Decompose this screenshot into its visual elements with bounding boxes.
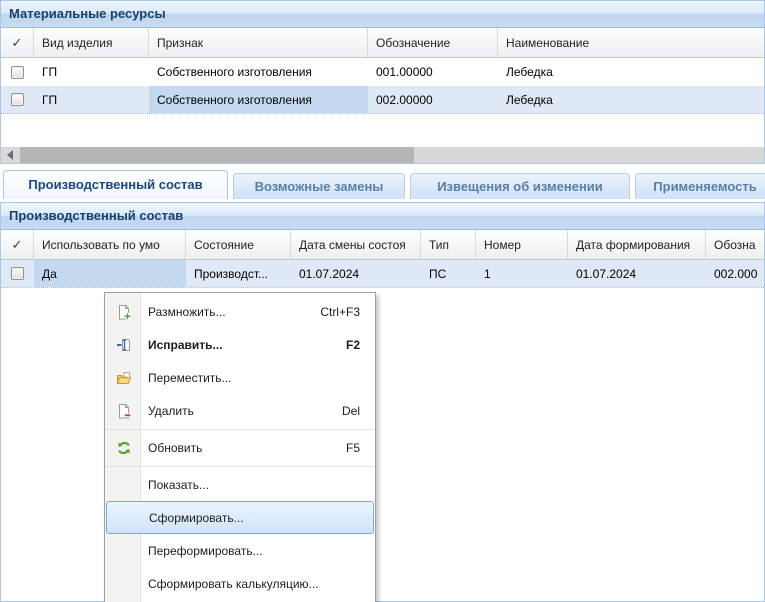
column-header[interactable]: Обозна (706, 230, 764, 259)
table-cell[interactable]: 001.00000 (368, 58, 498, 86)
composition-panel-title: Производственный состав (1, 203, 764, 230)
tab-change-notices[interactable]: Извещения об изменении (410, 173, 630, 199)
materials-grid-header: ✓ Вид изделияПризнакОбозначениеНаименован… (1, 28, 764, 58)
delete-page-icon (106, 403, 141, 419)
scroll-thumb[interactable] (20, 147, 414, 163)
menu-item-shortcut: F2 (346, 338, 374, 352)
menu-item-label: Сформировать калькуляцию... (141, 577, 360, 591)
table-cell[interactable]: Собственного изготовления (149, 86, 368, 113)
context-menu: Размножить...Ctrl+F3Исправить...F2Переме… (104, 292, 376, 602)
menu-item-shortcut: Ctrl+F3 (320, 305, 374, 319)
check-column-header[interactable]: ✓ (1, 28, 34, 57)
menu-item-label: Переместить... (141, 371, 360, 385)
menu-item[interactable]: Исправить...F2 (106, 328, 374, 361)
menu-item[interactable]: Сформировать... (106, 501, 374, 534)
column-header[interactable]: Вид изделия (34, 28, 149, 57)
column-header[interactable]: Использовать по умо (34, 230, 186, 259)
menu-item-label: Сформировать... (142, 511, 359, 525)
materials-h-scrollbar[interactable] (1, 147, 764, 163)
table-cell[interactable]: ГП (34, 86, 149, 113)
scroll-left-button[interactable] (1, 147, 19, 163)
table-cell[interactable]: Лебедка (498, 58, 764, 86)
menu-item-shortcut: Del (342, 404, 374, 418)
menu-item[interactable]: Переместить... (106, 361, 374, 394)
row-checkbox-cell (1, 86, 34, 113)
table-cell[interactable]: 01.07.2024 (568, 260, 706, 287)
materials-grid: ✓ Вид изделияПризнакОбозначениеНаименован… (1, 28, 764, 163)
table-cell[interactable]: 01.07.2024 (291, 260, 421, 287)
refresh-icon (106, 440, 141, 456)
table-cell[interactable]: 002.00000 (368, 86, 498, 113)
table-cell[interactable]: 002.000 (706, 260, 764, 287)
checkmark-icon: ✓ (12, 35, 23, 51)
materials-panel: Материальные ресурсы ✓ Вид изделияПризнак… (0, 0, 765, 164)
column-header[interactable]: Дата формирования (568, 230, 706, 259)
table-cell[interactable]: ПС (421, 260, 476, 287)
menu-item[interactable]: УдалитьDel (106, 394, 374, 427)
column-header[interactable]: Обозначение (368, 28, 498, 57)
materials-grid-body: ГПСобственного изготовления001.00000Лебе… (1, 58, 764, 114)
table-cell[interactable]: 1 (476, 260, 568, 287)
menu-item[interactable]: Сформировать калькуляцию... (106, 567, 374, 600)
table-row[interactable]: ГПСобственного изготовления002.00000Лебе… (1, 86, 764, 114)
table-cell[interactable]: Собственного изготовления (149, 58, 368, 86)
application-window: Материальные ресурсы ✓ Вид изделияПризнак… (0, 0, 765, 602)
column-header[interactable]: Состояние (186, 230, 291, 259)
menu-item[interactable]: Переформировать... (106, 534, 374, 567)
column-header[interactable]: Признак (149, 28, 368, 57)
edit-rename-icon (106, 337, 141, 353)
menu-item-label: Исправить... (141, 338, 346, 352)
column-header[interactable]: Номер (476, 230, 568, 259)
row-checkbox-cell (1, 260, 34, 287)
menu-item-label: Показать... (141, 478, 360, 492)
tab-applicability[interactable]: Применяемость (635, 173, 765, 199)
tab-strip: Производственный составВозможные заменыИ… (3, 169, 765, 199)
composition-grid-body: ДаПроизводст...01.07.2024ПС101.07.202400… (1, 260, 764, 288)
table-cell[interactable]: Лебедка (498, 86, 764, 113)
menu-item[interactable]: Показать... (106, 468, 374, 501)
menu-item-label: Размножить... (141, 305, 320, 319)
materials-grid-empty-area (1, 114, 764, 147)
move-folder-icon (106, 370, 141, 386)
table-row[interactable]: ДаПроизводст...01.07.2024ПС101.07.202400… (1, 260, 764, 288)
duplicate-page-icon (106, 304, 141, 320)
row-checkbox-cell (1, 58, 34, 86)
row-checkbox[interactable] (11, 66, 24, 79)
column-header[interactable]: Тип (421, 230, 476, 259)
menu-item-label: Удалить (141, 404, 342, 418)
menu-item-shortcut: F5 (346, 441, 374, 455)
table-row[interactable]: ГПСобственного изготовления001.00000Лебе… (1, 58, 764, 86)
composition-grid: ✓ Использовать по умоСостояниеДата смены … (1, 230, 764, 288)
check-column-header[interactable]: ✓ (1, 230, 34, 259)
row-checkbox[interactable] (11, 93, 24, 106)
menu-separator (105, 429, 375, 430)
table-cell[interactable]: Производст... (186, 260, 291, 287)
menu-item-label: Обновить (141, 441, 346, 455)
checkmark-icon: ✓ (12, 237, 23, 253)
scroll-left-arrow-icon (7, 150, 13, 160)
table-cell[interactable]: ГП (34, 58, 149, 86)
table-cell[interactable]: Да (34, 260, 186, 287)
tab-production-composition[interactable]: Производственный состав (3, 170, 228, 199)
composition-grid-header: ✓ Использовать по умоСостояниеДата смены … (1, 230, 764, 260)
menu-item[interactable]: ОбновитьF5 (106, 431, 374, 464)
menu-item-label: Переформировать... (141, 544, 360, 558)
materials-panel-title: Материальные ресурсы (1, 1, 764, 28)
menu-separator (105, 466, 375, 467)
menu-item[interactable]: Размножить...Ctrl+F3 (106, 295, 374, 328)
column-header[interactable]: Наименование (498, 28, 764, 57)
row-checkbox[interactable] (11, 267, 24, 280)
column-header[interactable]: Дата смены состоя (291, 230, 421, 259)
tab-possible-replacements[interactable]: Возможные замены (233, 173, 405, 199)
